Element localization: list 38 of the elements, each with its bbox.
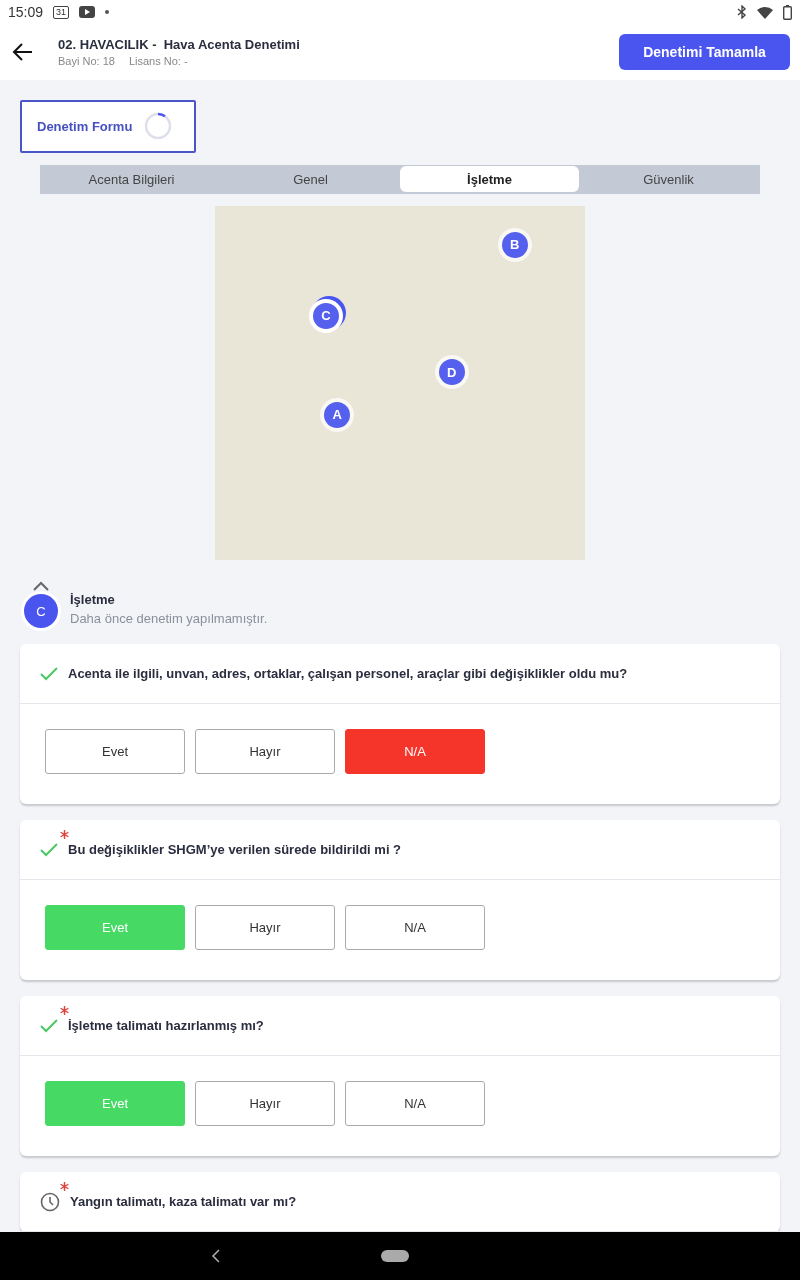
wifi-icon	[757, 5, 773, 19]
section-badge: C	[24, 594, 58, 628]
question-text: Yangın talimatı, kaza talimatı var mı?	[70, 1194, 297, 1209]
dealer-number: Bayi No: 18	[58, 55, 115, 67]
status-time: 15:09	[8, 4, 44, 20]
answer-option[interactable]: Hayır	[195, 1081, 335, 1126]
home-pill[interactable]	[381, 1250, 409, 1262]
page-title: 02. HAVACILIK - Hava Acenta Denetimi	[58, 37, 301, 52]
nav-back-icon[interactable]	[211, 1249, 221, 1263]
tab[interactable]: Genel	[221, 166, 400, 193]
back-button[interactable]	[12, 41, 34, 63]
map-pin[interactable]: A	[324, 401, 351, 428]
complete-audit-button[interactable]: Denetimi Tamamla	[619, 34, 790, 70]
section-title: İşletme	[70, 592, 116, 607]
bluetooth-icon	[737, 5, 747, 19]
tab[interactable]: Güvenlik	[579, 166, 758, 193]
license-number: Lisans No: -	[128, 55, 188, 67]
collapse-chevron-icon[interactable]	[31, 580, 51, 592]
map-pin[interactable]: D	[438, 359, 465, 386]
audit-form-button[interactable]: Denetim Formu	[20, 100, 196, 153]
video-icon	[79, 6, 96, 18]
answer-option[interactable]: Hayır	[195, 905, 335, 950]
answer-option[interactable]: N/A	[345, 905, 485, 950]
answer-option[interactable]: Hayır	[195, 729, 335, 774]
dot-icon	[105, 10, 110, 14]
answer-option[interactable]: N/A	[345, 729, 485, 774]
answer-option[interactable]: N/A	[345, 1081, 485, 1126]
answer-option[interactable]: Evet	[45, 729, 185, 774]
map-pin[interactable]: B	[501, 231, 528, 258]
calendar-icon: 31	[53, 5, 70, 19]
question-text: Bu değişiklikler SHGM’ye verilen sürede bildirildi mi ?	[68, 842, 402, 857]
section-subtitle: Daha önce denetim yapılmamıştır.	[70, 611, 268, 626]
battery-icon	[783, 4, 792, 20]
tab[interactable]: İşletme	[400, 166, 579, 193]
tab[interactable]: Acenta Bilgileri	[42, 166, 221, 193]
question-text: Acenta ile ilgili, unvan, adres, ortaklar, çalışan personel, araçlar gibi değişiklikler oldu mu?	[68, 666, 628, 681]
progress-ring-icon	[144, 112, 173, 141]
question-text: İşletme talimatı hazırlanmış mı?	[68, 1018, 264, 1033]
